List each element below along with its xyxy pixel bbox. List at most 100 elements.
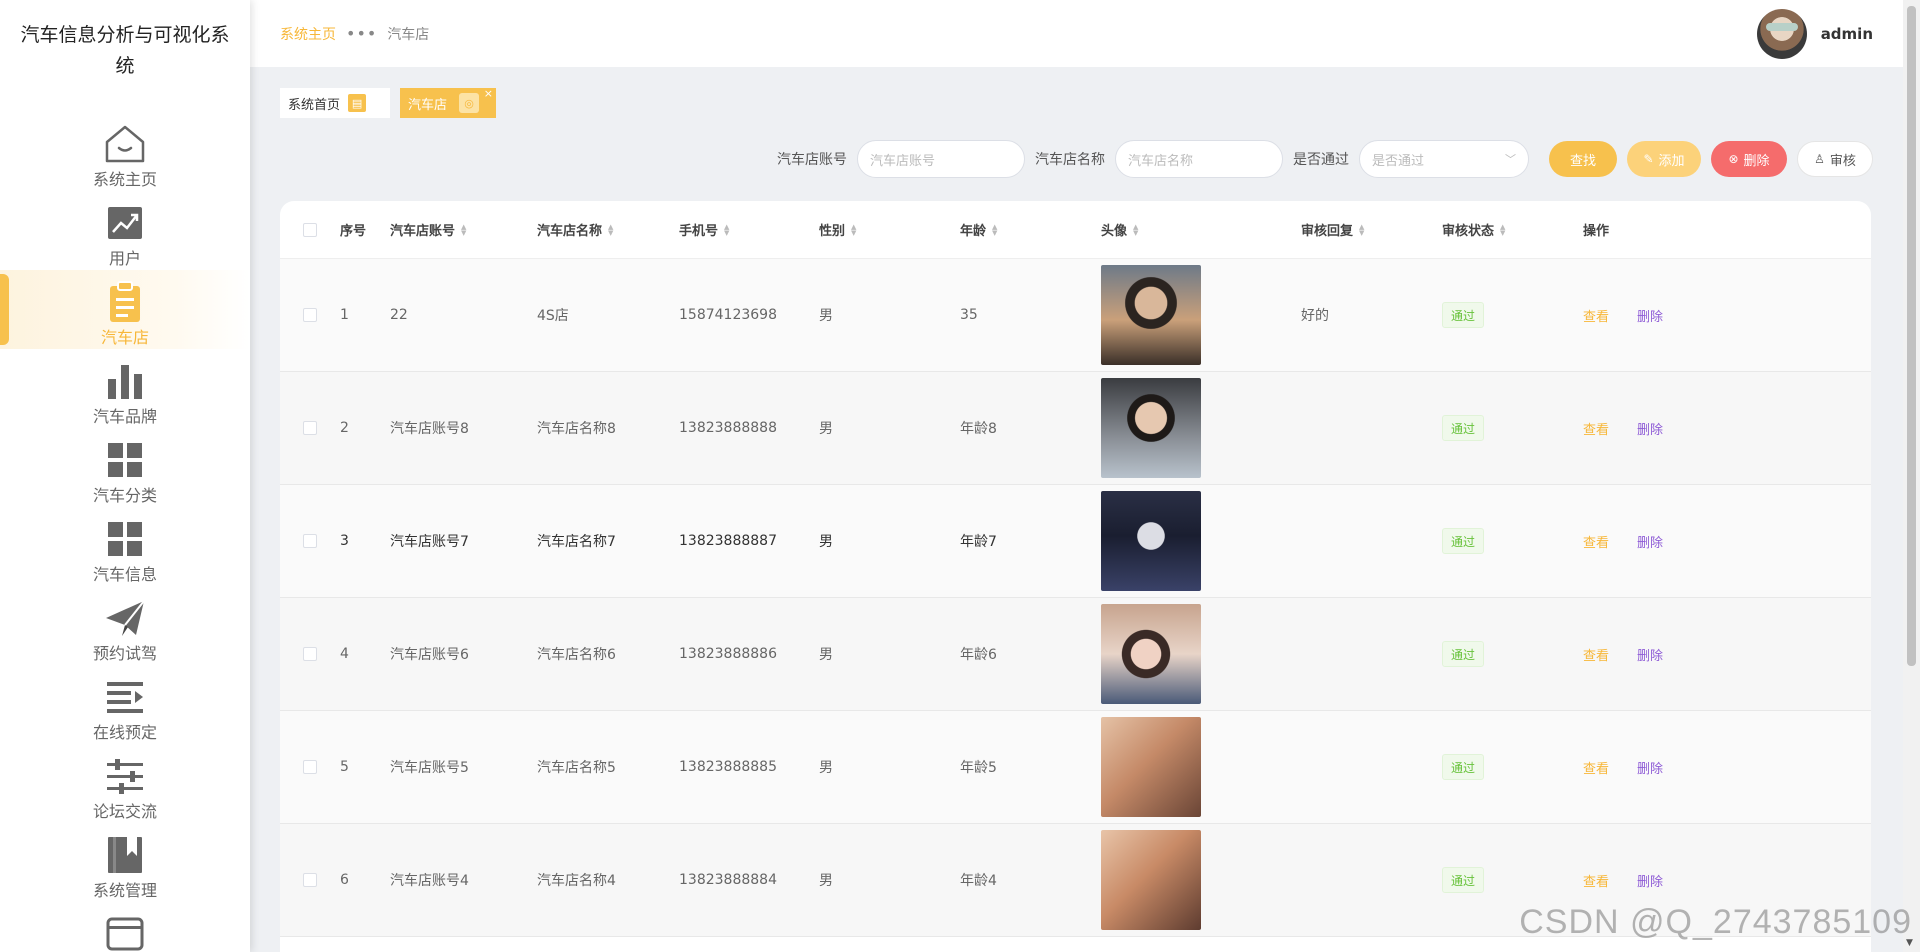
view-link[interactable]: 查看 [1583, 532, 1609, 551]
delete-link[interactable]: 删除 [1637, 532, 1663, 551]
sidebar-item-label: 汽车信息 [92, 565, 157, 584]
cell-sex: 男 [819, 760, 833, 776]
sidebar-item-car-category[interactable]: 汽车分类 [0, 428, 250, 507]
avatar[interactable] [1756, 9, 1807, 59]
scrollbar-thumb[interactable] [1907, 6, 1916, 666]
avatar-photo[interactable] [1101, 491, 1201, 591]
table-row[interactable]: 1 22 4S店 15874123698 男 35 好的 通过 查看 删除 [280, 259, 1871, 372]
sidebar-item-test-drive[interactable]: 预约试驾 [0, 586, 250, 665]
sidebar-item-label: 系统主页 [92, 170, 157, 189]
sidebar-item-users[interactable]: 用户 [0, 191, 250, 270]
watermark: CSDN @Q_2743785109 [1519, 903, 1912, 941]
sort-icon[interactable]: ▲ ▼ [1500, 223, 1505, 236]
close-icon[interactable]: × [484, 88, 493, 100]
sidebar-item-booking[interactable]: 在线预定 [0, 665, 250, 744]
user-menu[interactable]: admin [1756, 9, 1873, 59]
pass-select[interactable]: 是否通过 ﹀ [1359, 140, 1529, 178]
row-checkbox[interactable] [303, 873, 317, 887]
row-checkbox[interactable] [303, 534, 317, 548]
sidebar-item-car-shop[interactable]: 汽车店 [0, 270, 250, 349]
find-button[interactable]: 查找 [1549, 141, 1617, 177]
tab-home[interactable]: 系统首页 ▤ [280, 88, 390, 118]
view-link[interactable]: 查看 [1583, 645, 1609, 664]
row-checkbox[interactable] [303, 647, 317, 661]
view-link[interactable]: 查看 [1583, 419, 1609, 438]
user-name[interactable]: admin [1821, 25, 1873, 43]
view-link[interactable]: 查看 [1583, 306, 1609, 325]
name-search-input[interactable]: 汽车店名称 [1115, 140, 1283, 178]
cell-sex: 男 [819, 647, 833, 663]
sort-icon[interactable]: ▲ ▼ [724, 223, 729, 236]
sidebar-item-forum[interactable]: 论坛交流 [0, 744, 250, 823]
avatar-photo[interactable] [1101, 604, 1201, 704]
avatar-photo[interactable] [1101, 717, 1201, 817]
sidebar-item-home[interactable]: 系统主页 [0, 112, 250, 191]
cell-name: 4S店 [537, 308, 569, 324]
sidebar-item-label: 系统管理 [92, 881, 157, 900]
table-row[interactable]: 5 汽车店账号5 汽车店名称5 13823888885 男 年龄5 通过 查看 删… [280, 711, 1871, 824]
audit-button[interactable]: ♙ 审核 [1797, 141, 1873, 177]
tab-label: 汽车店 [408, 97, 448, 113]
status-badge: 通过 [1442, 302, 1485, 328]
sidebar: 汽车信息分析与可视化系统 系统主页 用户 汽车店 汽车品牌 汽车分类 汽车信息 … [0, 0, 250, 952]
sidebar-item-car-brand[interactable]: 汽车品牌 [0, 349, 250, 428]
table-row[interactable]: 2 汽车店账号8 汽车店名称8 13823888888 男 年龄8 通过 查看 删… [280, 372, 1871, 485]
sort-icon[interactable]: ▲ ▼ [851, 223, 856, 236]
avatar-photo[interactable] [1101, 265, 1201, 365]
table-row[interactable]: 3 汽车店账号7 汽车店名称7 13823888887 男 年龄7 通过 查看 删… [280, 485, 1871, 598]
sidebar-item-more[interactable] [0, 902, 250, 952]
app-title: 汽车信息分析与可视化系统 [20, 24, 230, 77]
view-link[interactable]: 查看 [1583, 758, 1609, 777]
delete-link[interactable]: 删除 [1637, 645, 1663, 664]
cell-age: 年龄8 [960, 421, 997, 437]
delete-link[interactable]: 删除 [1637, 306, 1663, 325]
account-search-input[interactable]: 汽车店账号 [857, 140, 1025, 178]
sort-icon[interactable]: ▲ ▼ [461, 223, 466, 236]
delete-link[interactable]: 删除 [1637, 871, 1663, 890]
cell-age: 年龄6 [960, 647, 997, 663]
column-header[interactable]: 汽车店账号 ▲ ▼ [390, 220, 537, 239]
row-checkbox[interactable] [303, 421, 317, 435]
add-button-label: 添加 [1658, 153, 1685, 169]
row-checkbox[interactable] [303, 760, 317, 774]
cell-age: 年龄4 [960, 873, 997, 889]
delete-link[interactable]: 删除 [1637, 419, 1663, 438]
cell-name: 汽车店名称5 [537, 760, 616, 776]
sort-icon[interactable]: ▲ ▼ [992, 223, 997, 236]
top-bar: 系统主页 ••• 汽车店 admin [250, 0, 1920, 67]
avatar-photo[interactable] [1101, 378, 1201, 478]
breadcrumb-home[interactable]: 系统主页 [280, 24, 336, 44]
add-button[interactable]: ✎ 添加 [1627, 141, 1701, 177]
sort-icon[interactable]: ▲ ▼ [608, 223, 613, 236]
column-header[interactable]: 手机号 ▲ ▼ [679, 220, 819, 239]
column-header[interactable]: 汽车店名称 ▲ ▼ [537, 220, 679, 239]
pass-label: 是否通过 [1293, 152, 1349, 168]
delete-link[interactable]: 删除 [1637, 758, 1663, 777]
breadcrumb-separator: ••• [346, 24, 378, 43]
cell-age: 35 [960, 307, 978, 323]
column-header: 序号 [340, 220, 390, 239]
grid-icon [101, 436, 149, 484]
column-title: 头像 [1101, 224, 1128, 239]
sidebar-item-car-info[interactable]: 汽车信息 [0, 507, 250, 586]
sort-icon[interactable]: ▲ ▼ [1359, 223, 1364, 236]
column-header[interactable]: 性别 ▲ ▼ [819, 220, 960, 239]
cell-sex: 男 [819, 534, 833, 550]
sort-icon[interactable]: ▲ ▼ [1133, 223, 1138, 236]
column-header[interactable]: 审核状态 ▲ ▼ [1442, 220, 1583, 239]
clipboard-icon [101, 278, 149, 326]
column-header[interactable]: 审核回复 ▲ ▼ [1301, 220, 1442, 239]
page-scrollbar[interactable]: ▼ [1903, 0, 1920, 952]
sidebar-item-system[interactable]: 系统管理 [0, 823, 250, 902]
tab-car-shop[interactable]: 汽车店 ◎ × [400, 88, 496, 118]
row-checkbox[interactable] [303, 308, 317, 322]
delete-button[interactable]: ⊗ 删除 [1711, 141, 1787, 177]
column-header[interactable]: 年龄 ▲ ▼ [960, 220, 1101, 239]
table-row[interactable]: 4 汽车店账号6 汽车店名称6 13823888886 男 年龄6 通过 查看 删… [280, 598, 1871, 711]
select-all-checkbox[interactable] [303, 222, 317, 237]
status-badge: 通过 [1442, 641, 1485, 667]
audit-button-label: 审核 [1829, 153, 1856, 169]
view-link[interactable]: 查看 [1583, 871, 1609, 890]
column-header[interactable]: 头像 ▲ ▼ [1101, 220, 1301, 239]
avatar-photo[interactable] [1101, 830, 1201, 930]
